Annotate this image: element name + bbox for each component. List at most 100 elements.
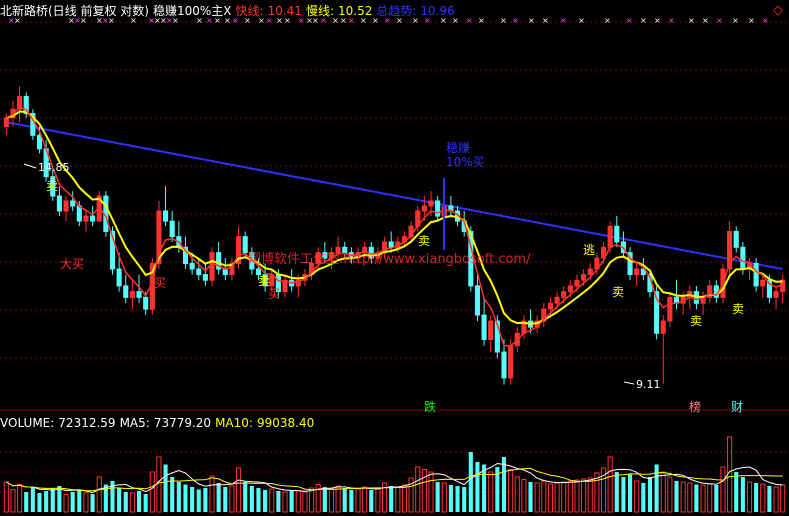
candle-body [561, 291, 567, 298]
candle-body [547, 302, 553, 310]
sell-label-6: 卖 [732, 302, 744, 316]
candle-body [667, 296, 673, 322]
candle-body [501, 351, 507, 379]
volume-bar [236, 467, 242, 513]
volume-bar [196, 489, 201, 512]
slow-line-value: 10.52 [337, 4, 373, 18]
volume-bar [561, 481, 567, 513]
volume-bar [349, 490, 354, 512]
escape-label: 逃 [583, 243, 595, 257]
volume-label: VOLUME: [0, 416, 55, 430]
candle-body [634, 268, 640, 276]
candle-body [760, 279, 766, 287]
volume-bar [170, 477, 175, 512]
top-mark: × [762, 16, 769, 25]
candle-body [163, 210, 169, 222]
candle-body [242, 236, 248, 254]
top-mark: × [500, 16, 507, 25]
ma5-label: MA5: [119, 416, 150, 430]
top-mark: × [716, 16, 723, 25]
low-price-arrow [623, 381, 635, 385]
volume-bar [528, 482, 533, 512]
corner-diamond-icon[interactable]: ◇ [773, 3, 783, 18]
volume-bar [136, 491, 142, 512]
drop-tag[interactable]: 跌 [424, 399, 436, 414]
top-mark: × [512, 16, 519, 25]
ma10-label: MA10: [215, 416, 253, 430]
indicator-header: 北新路桥(日线 前复权 对数) 稳赚100%主X 快线: 10.41 慢线: 10.52 总… [0, 3, 459, 19]
volume-value: 72312.59 [58, 416, 116, 430]
volume-bar [295, 490, 301, 513]
volume-bar [654, 464, 659, 512]
volume-bar [256, 488, 261, 512]
volume-bar [674, 481, 679, 512]
candle-body [773, 291, 779, 298]
volume-bar [24, 492, 29, 512]
volume-bar [587, 477, 593, 513]
fast-line-value: 10.41 [267, 4, 302, 18]
volume-bar [263, 490, 268, 512]
top-mark: × [702, 16, 709, 25]
volume-bar [760, 483, 766, 513]
rank-tag[interactable]: 榜 [689, 399, 701, 414]
volume-bar [401, 484, 408, 513]
volume-bar [421, 469, 427, 513]
volume-bar [667, 476, 673, 513]
candle-body [83, 215, 89, 222]
candle-body [70, 200, 76, 207]
candle-body [508, 345, 514, 379]
volume-ma-lines [6, 462, 783, 494]
volume-bar [10, 489, 16, 513]
volume-bar [183, 484, 188, 512]
slow-line-label: 慢线: [305, 4, 334, 18]
volume-bar [203, 488, 208, 512]
candle-body [202, 274, 208, 281]
sell-label-1: 卖 [46, 179, 58, 193]
candle-body [614, 225, 620, 243]
candle-body [488, 320, 494, 340]
volume-bar [57, 486, 62, 512]
finance-tag[interactable]: 财 [731, 400, 743, 414]
candle-body [169, 220, 175, 238]
top-mark: × [640, 16, 647, 25]
stock-chart-window[interactable]: × × × × × × × × × × × × × × × × × × × × × × × × × × × × × × × × × × × × × × × ×… [0, 0, 789, 516]
volume-bar [740, 477, 745, 512]
volume-bar [475, 462, 480, 512]
volume-bar [415, 466, 421, 513]
top-mark: × [732, 16, 739, 25]
volume-bar [746, 481, 753, 513]
candle-body [753, 263, 759, 287]
volume-bar [714, 485, 719, 512]
volume-bar [282, 491, 288, 513]
candle-body [388, 241, 394, 248]
volume-bar [44, 491, 49, 512]
top-mark: × [466, 16, 473, 25]
volume-bar [369, 490, 374, 512]
candle-body [481, 314, 487, 340]
volume-bar [223, 487, 228, 512]
top-mark: × [626, 16, 633, 25]
volume-bar [720, 466, 726, 513]
steady-buy-label-2: 10%买 [446, 155, 485, 169]
volume-bar [123, 492, 128, 512]
volume-bar [441, 482, 447, 513]
candle-body [63, 200, 69, 212]
candle-body [554, 296, 560, 304]
candle-body [733, 230, 739, 248]
indicator-name[interactable]: 稳赚100%主X [153, 4, 232, 18]
ma5-value: 73779.20 [153, 416, 212, 430]
candle-body [189, 263, 195, 270]
volume-bar [700, 484, 706, 513]
candle-body [3, 117, 9, 127]
top-mark: × [668, 16, 675, 25]
volume-bar [96, 476, 102, 513]
candlestick-chart[interactable]: × × × × × × × × × × × × × × × × × × × × × × × × × × × × × × × × × × × × × × × ×… [0, 0, 789, 516]
candle-body [36, 134, 43, 150]
volume-bar [30, 487, 35, 512]
sell-label-2: 卖 [258, 274, 270, 288]
volume-bar [455, 486, 460, 512]
volume-bar [50, 488, 55, 512]
top-mark: × [604, 16, 611, 25]
volume-bar [243, 482, 248, 512]
volume-bar [534, 482, 540, 513]
